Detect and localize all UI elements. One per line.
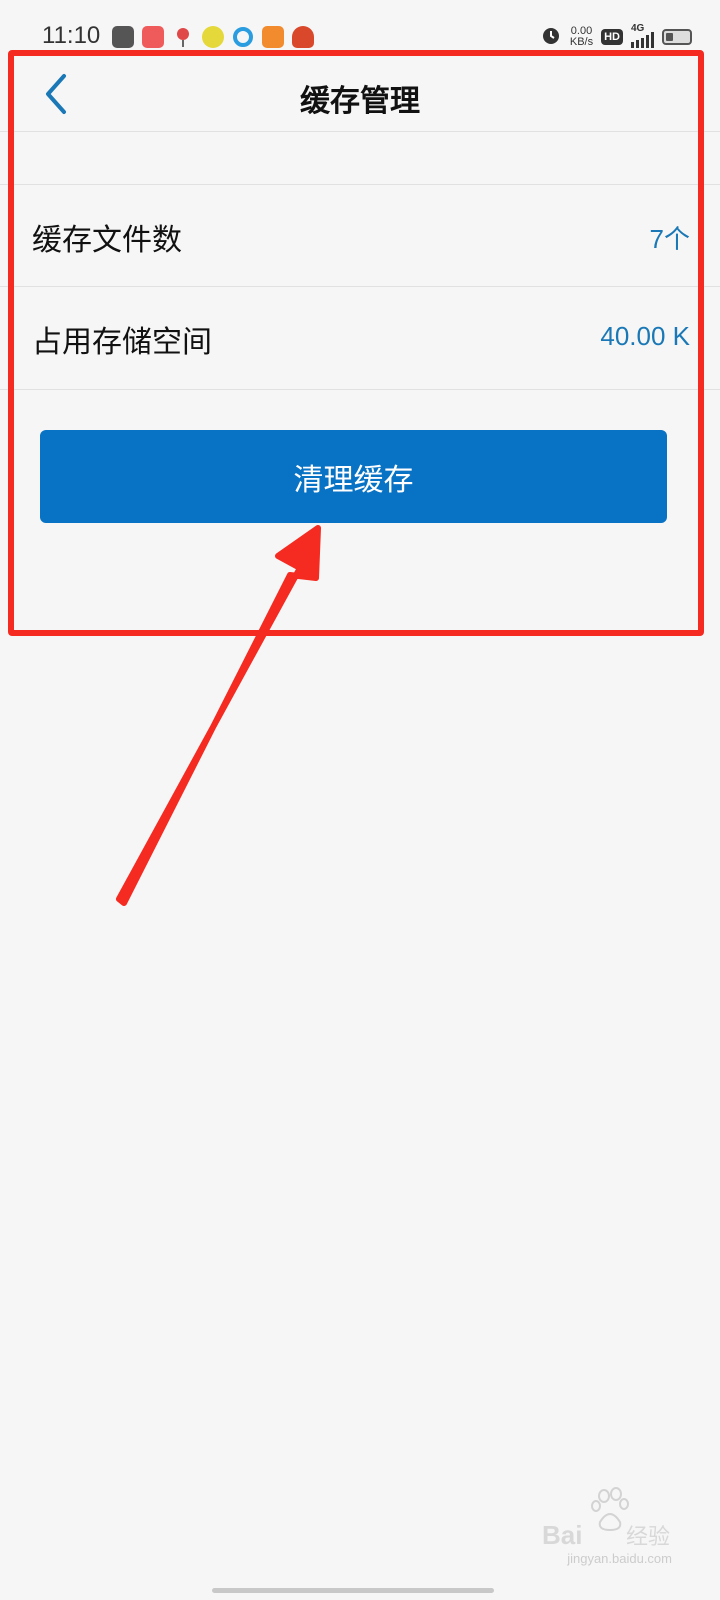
home-indicator[interactable]: [212, 1588, 494, 1593]
svg-text:经验: 经验: [626, 1525, 670, 1548]
system-icons: 0.00 KB/s HD 4G: [540, 23, 692, 50]
app-notification-icon: [112, 26, 134, 48]
location-pin-icon: [172, 26, 194, 48]
network-speed: 0.00 KB/s: [570, 26, 593, 48]
watermark-url: jingyan.baidu.com: [567, 1551, 672, 1566]
app-notification-icon: [292, 26, 314, 48]
screen: 11:10 0.00 KB/s HD 4G 缓存管理 缓存文件数 7个 占用存储…: [0, 0, 720, 1600]
notification-icons: [112, 26, 314, 48]
app-notification-icon: [262, 26, 284, 48]
battery-icon: [662, 29, 692, 45]
browser-icon: [232, 26, 254, 48]
baidu-paw-logo: Bai 经验: [542, 1487, 670, 1550]
cache-file-count-label: 缓存文件数: [32, 223, 182, 258]
network-speed-unit: KB/s: [569, 36, 594, 48]
status-time: 11:10: [42, 22, 101, 49]
app-notification-icon: [142, 26, 164, 48]
watermark: Bai 经验 jingyan.baidu.com: [542, 1486, 672, 1566]
page-title: 缓存管理: [300, 84, 420, 119]
storage-usage-label: 占用存储空间: [32, 325, 212, 360]
storage-usage-value: 40.00 K: [600, 321, 690, 351]
signal-icon: 4G: [631, 23, 654, 48]
alarm-icon: [540, 24, 562, 50]
cache-file-count-row: 缓存文件数 7个: [0, 184, 720, 287]
nav-bar: 缓存管理: [0, 60, 720, 132]
app-notification-icon: [202, 26, 224, 48]
svg-text:Bai: Bai: [542, 1520, 582, 1548]
clear-cache-button[interactable]: 清理缓存: [40, 430, 667, 523]
network-type-label: 4G: [631, 23, 645, 34]
battery-fill: [666, 33, 673, 41]
cache-file-count-value: 7个: [649, 224, 690, 254]
storage-usage-row: 占用存储空间 40.00 K: [0, 287, 720, 390]
clear-cache-button-label: 清理缓存: [293, 462, 414, 498]
hd-badge: HD: [601, 29, 623, 45]
